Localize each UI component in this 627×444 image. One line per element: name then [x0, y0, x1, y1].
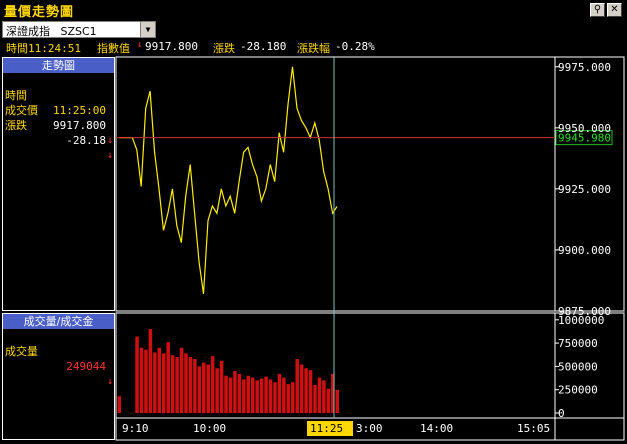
volume-bar [197, 366, 202, 413]
volume-bar [202, 362, 206, 413]
volume-bar [322, 380, 326, 413]
volume-bar [308, 370, 313, 413]
volume-bar [215, 368, 219, 413]
volume-bar [326, 388, 331, 413]
volume-bar [188, 357, 193, 413]
volume-bar [335, 389, 339, 413]
volume-bar [117, 396, 121, 413]
volume-bar [175, 357, 179, 413]
time-tick-label: 3:00 [356, 422, 383, 435]
volume-bar [219, 360, 224, 413]
volume-bar [135, 336, 139, 413]
volume-bar [295, 358, 299, 413]
volume-bars [117, 329, 339, 413]
time-highlight-label: 11:25 [310, 422, 343, 435]
volume-bar [273, 382, 277, 413]
time-tick-label: 10:00 [193, 422, 226, 435]
reference-line: 9945.980 [116, 130, 613, 146]
time-tick-label: 9:10 [122, 422, 149, 435]
price-y-axis: 9975.0009950.0009925.0009900.0009875.000 [555, 61, 611, 318]
volume-bar [264, 376, 268, 413]
price-line [119, 66, 338, 294]
price-tick-label: 9975.000 [558, 61, 611, 74]
volume-bar [144, 349, 148, 413]
volume-tick-label: 0 [558, 407, 565, 420]
volume-bar [166, 342, 170, 413]
chart-area[interactable]: 9945.980 9975.000 9950.000 9925.000 9900.00… [0, 0, 627, 444]
time-tick-label: 14:00 [420, 422, 453, 435]
price-series-line [119, 66, 338, 294]
time-axis: 9:1010:0011:0014:0015:053:0011:25 [122, 421, 550, 436]
volume-tick-label: 500000 [558, 360, 598, 373]
volume-bar [139, 347, 144, 413]
volume-bar [233, 371, 237, 413]
volume-bar [206, 364, 210, 413]
volume-bar [313, 385, 317, 413]
volume-tick-label: 750000 [558, 337, 598, 350]
volume-bar [286, 384, 291, 413]
volume-frame [115, 312, 625, 441]
price-tick-label: 9925.000 [558, 183, 611, 196]
volume-tick-label: 250000 [558, 384, 598, 397]
volume-bar [228, 377, 233, 413]
volume-y-axis: 1000000 750000 500000 250000 0 [555, 314, 604, 420]
volume-bar [317, 377, 322, 413]
volume-bar [224, 375, 228, 413]
volume-bar [246, 375, 251, 413]
volume-bar [242, 379, 246, 413]
chart-frames [115, 56, 625, 441]
price-tick-label: 9950.000 [558, 122, 611, 135]
volume-bar [170, 355, 175, 413]
volume-bar [250, 377, 255, 413]
volume-bar [299, 364, 304, 413]
volume-tick-label: 1000000 [558, 314, 604, 327]
time-tick-label: 15:05 [517, 422, 550, 435]
volume-bar [268, 379, 273, 413]
volume-bar [282, 377, 286, 413]
volume-bar [291, 382, 295, 413]
volume-bar [184, 353, 188, 413]
volume-bar [193, 358, 197, 413]
volume-bar [277, 373, 282, 413]
volume-bar [157, 347, 162, 413]
volume-bar [255, 380, 259, 413]
volume-bar [237, 373, 242, 413]
volume-bar [210, 356, 215, 413]
volume-bar [161, 353, 166, 413]
volume-bar [148, 329, 153, 413]
volume-bar [304, 368, 308, 413]
volume-bar [259, 378, 264, 413]
volume-bar [179, 347, 184, 413]
price-tick-label: 9900.000 [558, 244, 611, 257]
volume-bar [153, 352, 157, 413]
